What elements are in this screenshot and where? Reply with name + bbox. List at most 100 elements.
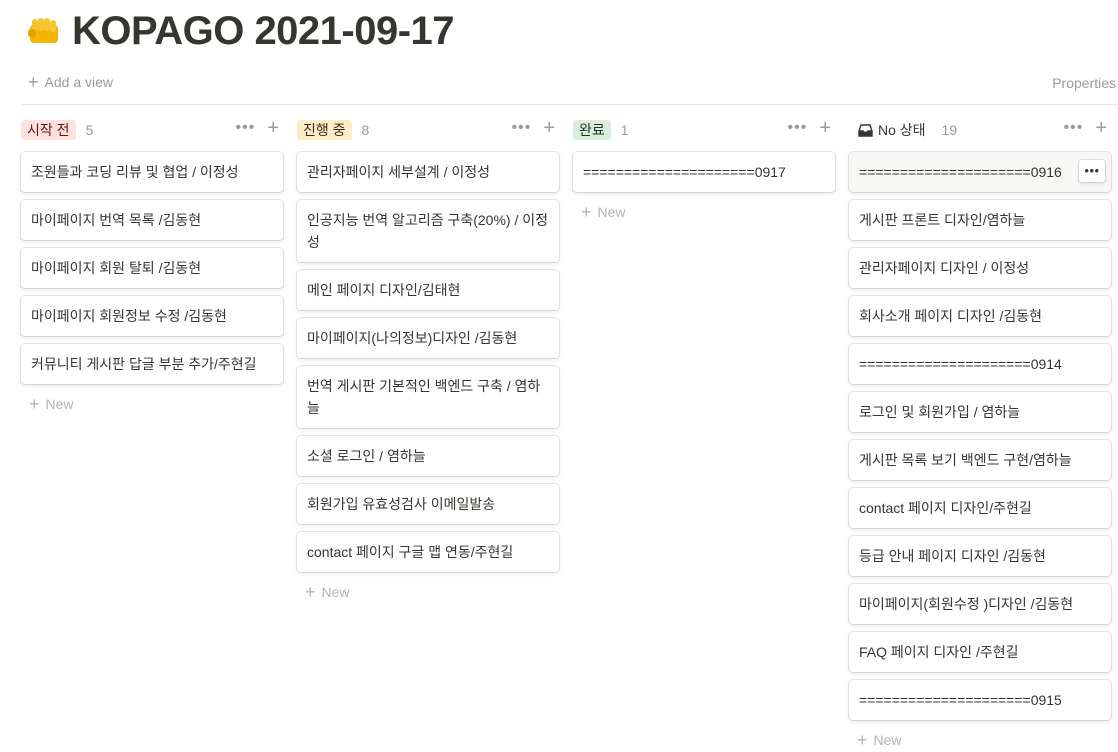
board-card[interactable]: 게시판 프론트 디자인/염하늘: [849, 200, 1111, 240]
column-count: 8: [361, 122, 370, 138]
card-title: 로그인 및 회원가입 / 염하늘: [859, 404, 1021, 420]
board-card[interactable]: 메인 페이지 디자인/김태현: [297, 270, 559, 310]
column-header: No 상태 19 ••• +: [849, 117, 1111, 143]
new-card-button[interactable]: + New: [297, 580, 559, 604]
board-card[interactable]: 로그인 및 회원가입 / 염하늘: [849, 392, 1111, 432]
column-count: 1: [620, 122, 629, 138]
board-card[interactable]: 등급 안내 페이지 디자인 /김동현: [849, 536, 1111, 576]
new-card-label: New: [45, 396, 74, 412]
board-card[interactable]: FAQ 페이지 디자인 /주현길: [849, 632, 1111, 672]
column-add-icon[interactable]: +: [543, 118, 555, 138]
card-title: 회원가입 유효성검사 이메일발송: [307, 496, 496, 512]
card-title: 등급 안내 페이지 디자인 /김동현: [859, 548, 1046, 564]
column-more-icon[interactable]: •••: [1064, 119, 1084, 137]
new-card-button[interactable]: + New: [21, 392, 283, 416]
column-add-icon[interactable]: +: [267, 118, 279, 138]
board-card[interactable]: 게시판 목록 보기 백엔드 구현/염하늘: [849, 440, 1111, 480]
board-card[interactable]: 조원들과 코딩 리뷰 및 협업 / 이정성: [21, 152, 283, 192]
column-header: 시작 전 5 ••• +: [21, 117, 283, 143]
page-title[interactable]: KOPAGO 2021-09-17: [72, 6, 455, 56]
card-title: 마이페이지(나의정보)디자인 /김동현: [307, 330, 518, 346]
status-pill[interactable]: 진행 중: [297, 120, 352, 140]
new-card-button[interactable]: + New: [849, 728, 1111, 752]
column-add-icon[interactable]: +: [1095, 118, 1107, 138]
card-title: 조원들과 코딩 리뷰 및 협업 / 이정성: [31, 164, 239, 180]
card-list: =====================0917: [573, 152, 835, 192]
card-more-icon[interactable]: •••: [1079, 160, 1105, 182]
board-card[interactable]: 인공지능 번역 알고리즘 구축(20%) / 이정성: [297, 200, 559, 262]
add-view-label: Add a view: [44, 74, 113, 90]
plus-icon: +: [305, 582, 316, 602]
add-view-button[interactable]: + Add a view: [28, 72, 113, 92]
column-count: 5: [85, 122, 94, 138]
board-card[interactable]: 마이페이지 회원 탈퇴 /김동현: [21, 248, 283, 288]
card-title: 관리자페이지 세부설계 / 이정성: [307, 164, 490, 180]
column-more-icon[interactable]: •••: [512, 119, 532, 137]
board-card[interactable]: =====================0916 •••: [849, 152, 1111, 192]
board-card[interactable]: 마이페이지(회원수정 )디자인 /김동현: [849, 584, 1111, 624]
board-card[interactable]: 번역 게시판 기본적인 백엔드 구축 / 염하늘: [297, 366, 559, 428]
card-title: =====================0915: [859, 692, 1062, 708]
inbox-icon: [858, 123, 873, 137]
card-title: 번역 게시판 기본적인 백엔드 구축 / 염하늘: [307, 378, 541, 416]
column-add-icon[interactable]: +: [819, 118, 831, 138]
card-title: 게시판 목록 보기 백엔드 구현/염하늘: [859, 452, 1072, 468]
board-card[interactable]: 소셜 로그인 / 염하늘: [297, 436, 559, 476]
status-pill[interactable]: 완료: [573, 120, 611, 140]
board-card[interactable]: =====================0915: [849, 680, 1111, 720]
card-title: 마이페이지 번역 목록 /김동현: [31, 212, 202, 228]
card-title: 마이페이지 회원 탈퇴 /김동현: [31, 260, 202, 276]
board-column-no-status: No 상태 19 ••• + =====================0916…: [849, 117, 1111, 752]
card-title: 메인 페이지 디자인/김태현: [307, 282, 461, 298]
status-label: 완료: [579, 122, 605, 138]
status-label: No 상태: [878, 122, 926, 138]
board-card[interactable]: 마이페이지 번역 목록 /김동현: [21, 200, 283, 240]
column-more-icon[interactable]: •••: [236, 119, 256, 137]
properties-button[interactable]: Properties: [1052, 75, 1116, 91]
page-header: KOPAGO 2021-09-17: [26, 6, 455, 56]
status-label: 진행 중: [303, 122, 346, 138]
card-title: 커뮤니티 게시판 답글 부분 추가/주현길: [31, 356, 257, 372]
board-card[interactable]: 관리자페이지 디자인 / 이정성: [849, 248, 1111, 288]
card-title: contact 페이지 구글 맵 연동/주현길: [307, 544, 514, 560]
column-count: 19: [941, 122, 958, 138]
new-card-label: New: [597, 204, 626, 220]
card-title: 관리자페이지 디자인 / 이정성: [859, 260, 1030, 276]
board-column-done: 완료 1 ••• + =====================0917 + N…: [573, 117, 835, 224]
board-card[interactable]: 마이페이지(나의정보)디자인 /김동현: [297, 318, 559, 358]
kanban-board: 시작 전 5 ••• + 조원들과 코딩 리뷰 및 협업 / 이정성마이페이지 …: [21, 117, 1118, 749]
column-header: 진행 중 8 ••• +: [297, 117, 559, 143]
card-title: =====================0917: [583, 164, 786, 180]
card-title: 마이페이지(회원수정 )디자인 /김동현: [859, 596, 1074, 612]
board-card[interactable]: 회사소개 페이지 디자인 /김동현: [849, 296, 1111, 336]
status-pill[interactable]: No 상태: [849, 120, 932, 140]
column-more-icon[interactable]: •••: [788, 119, 808, 137]
column-header: 완료 1 ••• +: [573, 117, 835, 143]
view-toolbar: + Add a view Properties: [22, 68, 1118, 105]
board-card[interactable]: contact 페이지 구글 맵 연동/주현길: [297, 532, 559, 572]
card-title: FAQ 페이지 디자인 /주현길: [859, 644, 1019, 660]
board-card[interactable]: 회원가입 유효성검사 이메일발송: [297, 484, 559, 524]
new-card-button[interactable]: + New: [573, 200, 835, 224]
plus-icon: +: [28, 72, 39, 92]
card-title: =====================0914: [859, 356, 1062, 372]
status-label: 시작 전: [27, 122, 70, 138]
card-title: 회사소개 페이지 디자인 /김동현: [859, 308, 1042, 324]
board-card[interactable]: contact 페이지 디자인/주현길: [849, 488, 1111, 528]
board-card[interactable]: =====================0917: [573, 152, 835, 192]
card-title: 게시판 프론트 디자인/염하늘: [859, 212, 1026, 228]
plus-icon: +: [29, 394, 40, 414]
fist-icon: [28, 18, 58, 43]
new-card-label: New: [873, 732, 902, 748]
card-title: 인공지능 번역 알고리즘 구축(20%) / 이정성: [307, 212, 549, 250]
card-title: =====================0916: [859, 164, 1062, 180]
card-list: 관리자페이지 세부설계 / 이정성인공지능 번역 알고리즘 구축(20%) / …: [297, 152, 559, 572]
board-column-not-started: 시작 전 5 ••• + 조원들과 코딩 리뷰 및 협업 / 이정성마이페이지 …: [21, 117, 283, 416]
board-card[interactable]: 마이페이지 회원정보 수정 /김동현: [21, 296, 283, 336]
new-card-label: New: [321, 584, 350, 600]
board-card[interactable]: =====================0914: [849, 344, 1111, 384]
status-pill[interactable]: 시작 전: [21, 120, 76, 140]
board-card[interactable]: 관리자페이지 세부설계 / 이정성: [297, 152, 559, 192]
card-title: 소셜 로그인 / 염하늘: [307, 448, 426, 464]
board-card[interactable]: 커뮤니티 게시판 답글 부분 추가/주현길: [21, 344, 283, 384]
